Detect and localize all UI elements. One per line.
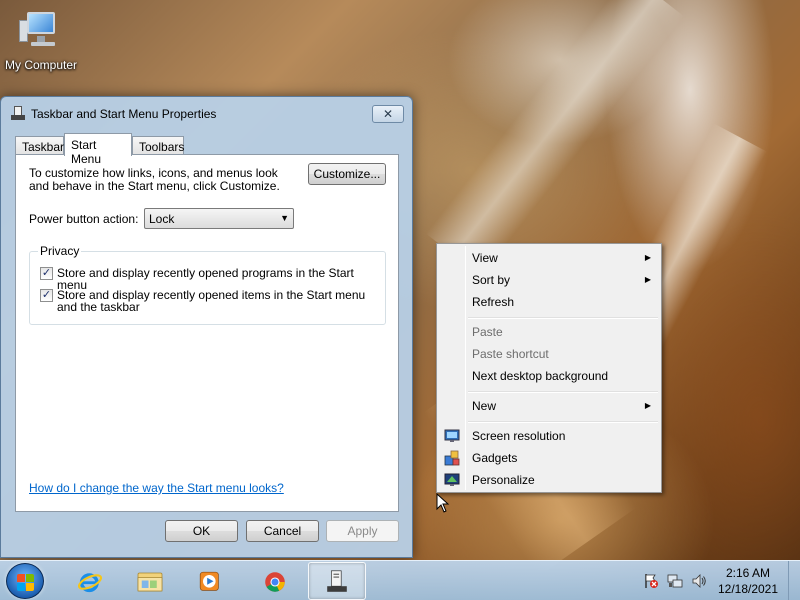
menu-item-sort-by[interactable]: Sort by ▶ [439, 269, 659, 291]
menu-item-personalize[interactable]: Personalize [439, 469, 659, 491]
submenu-arrow-icon: ▶ [644, 401, 651, 410]
customize-button[interactable]: Customize... [308, 163, 386, 185]
taskbar-properties-icon [11, 106, 25, 120]
menu-item-screen-resolution[interactable]: Screen resolution [439, 425, 659, 447]
window-title: Taskbar and Start Menu Properties [31, 107, 217, 121]
desktop-icon-my-computer[interactable]: My Computer [2, 8, 80, 72]
power-button-select[interactable]: Lock ▼ [144, 208, 294, 229]
desktop-context-menu: View ▶ Sort by ▶ Refresh Paste Paste sho… [436, 243, 662, 493]
menu-item-label: Refresh [472, 295, 515, 309]
menu-item-label: Next desktop background [472, 369, 609, 383]
taskbar-button-explorer[interactable] [121, 562, 179, 600]
taskbar-button-ie[interactable] [61, 562, 119, 600]
mouse-pointer-icon [436, 493, 450, 513]
menu-item-view[interactable]: View ▶ [439, 247, 659, 269]
tab-taskbar[interactable]: Taskbar [15, 136, 64, 155]
menu-item-label: Paste shortcut [472, 347, 549, 361]
taskbar: 2:16 AM 12/18/2021 [0, 560, 800, 600]
show-desktop-button[interactable] [788, 561, 800, 600]
menu-separator [468, 421, 658, 423]
personalize-icon [444, 473, 460, 486]
volume-icon[interactable] [691, 573, 707, 589]
menu-item-label: Screen resolution [472, 429, 566, 443]
internet-explorer-icon [77, 573, 103, 593]
taskbar-properties-icon [327, 570, 347, 592]
windows-media-player-icon [199, 571, 219, 591]
clock-time: 2:16 AM [725, 566, 771, 580]
privacy-option-programs[interactable]: ✓ Store and display recently opened prog… [40, 266, 380, 291]
submenu-arrow-icon: ▶ [644, 275, 651, 284]
apply-button[interactable]: Apply [326, 520, 399, 542]
menu-item-label: New [472, 399, 497, 413]
gadgets-icon [444, 450, 460, 466]
menu-item-label: Paste [472, 325, 503, 339]
wallpaper-streak [425, 0, 685, 277]
tab-toolbars[interactable]: Toolbars [132, 136, 184, 155]
close-button[interactable]: ✕ [372, 105, 404, 123]
checkbox[interactable]: ✓ [40, 267, 53, 280]
checkbox-label: Store and display recently opened items … [57, 288, 366, 314]
ok-button[interactable]: OK [165, 520, 238, 542]
tab-start-menu[interactable]: Start Menu [64, 133, 132, 166]
title-bar[interactable]: Taskbar and Start Menu Properties ✕ [1, 97, 412, 129]
menu-item-paste-shortcut[interactable]: Paste shortcut [439, 343, 659, 365]
taskbar-button-properties[interactable] [308, 562, 366, 600]
desktop-icon-label: My Computer [4, 58, 78, 72]
privacy-group: Privacy ✓ Store and display recently ope… [29, 244, 386, 325]
screen-resolution-icon [444, 429, 460, 442]
power-button-label: Power button action: [29, 212, 139, 226]
menu-item-gadgets[interactable]: Gadgets [439, 447, 659, 469]
menu-item-next-background[interactable]: Next desktop background [439, 365, 659, 387]
menu-item-new[interactable]: New ▶ [439, 395, 659, 417]
system-clock[interactable]: 2:16 AM 12/18/2021 [712, 565, 784, 597]
menu-item-paste[interactable]: Paste [439, 321, 659, 343]
menu-item-label: Sort by [472, 273, 511, 287]
clock-date: 12/18/2021 [717, 582, 779, 596]
checkbox[interactable]: ✓ [40, 289, 53, 302]
windows-explorer-icon [137, 572, 163, 592]
menu-item-label: View [472, 251, 498, 265]
my-computer-icon [19, 8, 63, 54]
windows-logo-icon [17, 574, 25, 582]
submenu-arrow-icon: ▶ [644, 253, 651, 262]
taskbar-properties-dialog: Taskbar and Start Menu Properties ✕ Task… [0, 96, 413, 558]
taskbar-button-chrome[interactable] [246, 562, 304, 600]
chevron-down-icon: ▼ [280, 213, 289, 223]
action-center-icon[interactable] [643, 573, 659, 589]
menu-item-label: Gadgets [472, 451, 518, 465]
google-chrome-icon [265, 572, 285, 592]
menu-separator [468, 317, 658, 319]
privacy-option-items[interactable]: ✓ Store and display recently opened item… [40, 288, 380, 316]
tab-panel: To customize how links, icons, and menus… [15, 154, 399, 512]
network-icon[interactable] [667, 573, 683, 589]
power-button-value: Lock [149, 212, 175, 226]
intro-text: To customize how links, icons, and menus… [29, 166, 280, 193]
taskbar-button-media-player[interactable] [181, 562, 239, 600]
help-link[interactable]: How do I change the way the Start menu l… [29, 481, 284, 495]
menu-item-refresh[interactable]: Refresh [439, 291, 659, 313]
cancel-button[interactable]: Cancel [246, 520, 319, 542]
menu-item-label: Personalize [472, 473, 535, 487]
privacy-label: Privacy [38, 244, 82, 258]
start-button[interactable] [6, 563, 44, 599]
menu-separator [468, 391, 658, 393]
